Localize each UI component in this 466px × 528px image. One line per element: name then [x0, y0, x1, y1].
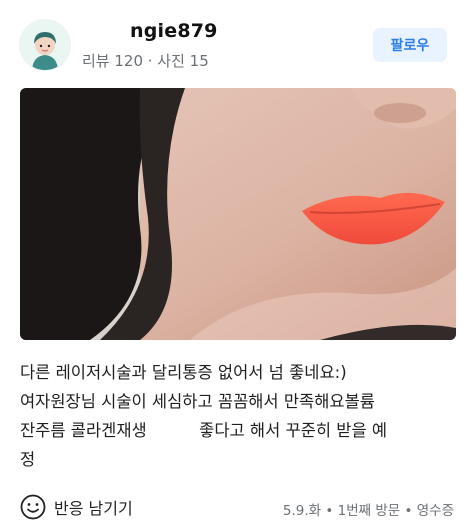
review-photo-image [20, 88, 456, 340]
avatar[interactable] [20, 20, 70, 70]
smile-icon [20, 494, 46, 520]
review-footer: 반응 남기기 5.9.화 • 1번째 방문 • 영수증 [0, 490, 466, 528]
react-button[interactable]: 반응 남기기 [20, 490, 133, 524]
avatar-illustration-icon [20, 20, 70, 70]
reviewer-stats: 리뷰 120 · 사진 15 [82, 52, 209, 70]
review-text: 다른 레이저시술과 달리통증 없어서 넘 좋네요:) 여자원장님 시술이 세심하… [20, 363, 388, 469]
review-photo[interactable] [20, 88, 456, 340]
visit-info: 5.9.화 • 1번째 방문 • 영수증 [282, 503, 454, 519]
username[interactable]: ngie879 [130, 20, 218, 42]
follow-button[interactable]: 팔로우 [373, 28, 447, 62]
review-header: ngie879 리뷰 120 · 사진 15 팔로우 [0, 0, 466, 86]
react-button-label: 반응 남기기 [54, 499, 133, 518]
